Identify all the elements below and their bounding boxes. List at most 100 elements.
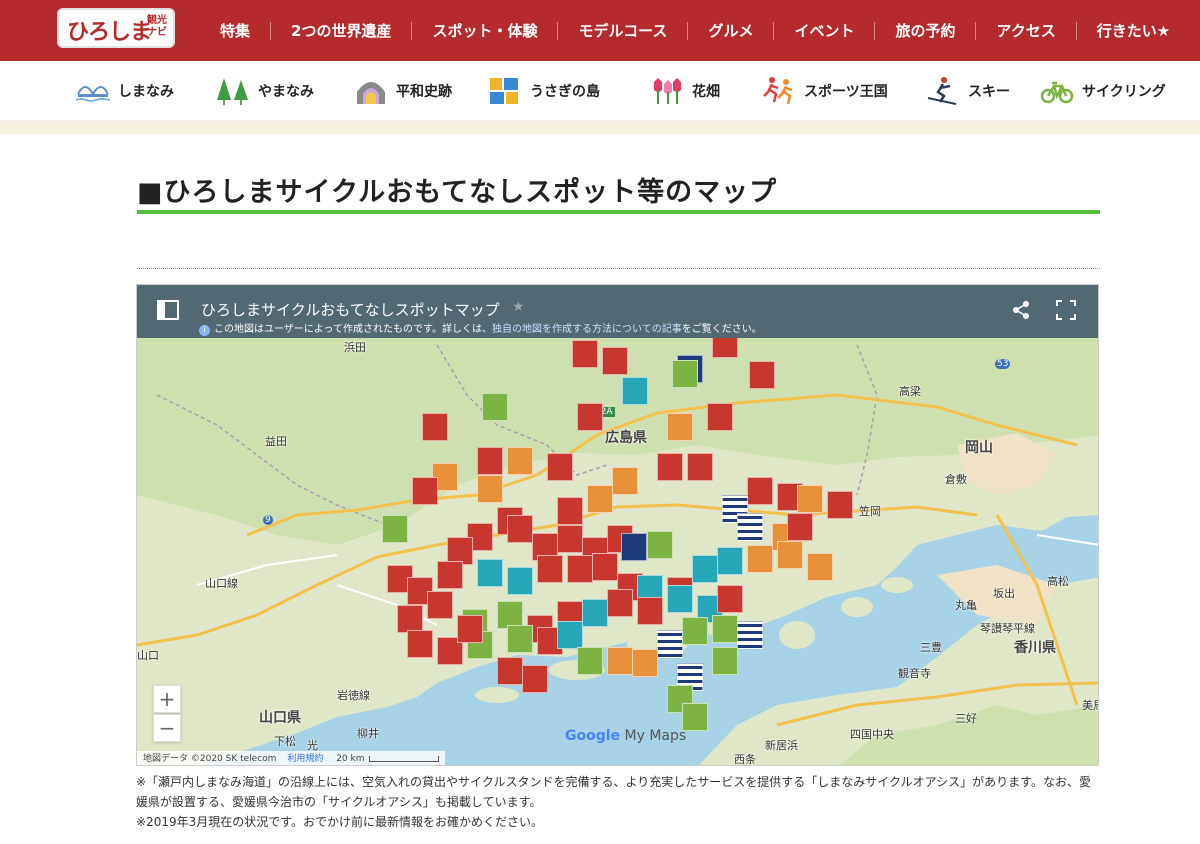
map-marker-cycle[interactable] (712, 615, 738, 643)
map-marker-food[interactable] (457, 615, 483, 643)
map-marker-food[interactable] (407, 630, 433, 658)
map-marker-food[interactable] (537, 555, 563, 583)
map-marker-food[interactable] (707, 403, 733, 431)
zoom-in-button[interactable]: + (153, 685, 181, 713)
map-label-miyoshi: 三好 (955, 712, 977, 725)
embedded-map[interactable]: 浜田 益田 広島県 笠岡 岡山 倉敷 高梁 山口線 山口 山口県 岩徳線 下松 … (136, 284, 1099, 766)
map-marker-cycle[interactable] (682, 617, 708, 645)
zoom-out-button[interactable]: − (153, 714, 181, 742)
map-marker-food[interactable] (687, 453, 713, 481)
map-marker-food[interactable] (557, 525, 583, 553)
map-marker-repair[interactable] (622, 377, 648, 405)
map-marker-repair[interactable] (507, 567, 533, 595)
map-marker-food[interactable] (557, 497, 583, 525)
map-marker-rest[interactable] (777, 541, 803, 569)
map-marker-repair[interactable] (477, 559, 503, 587)
map-marker-rest[interactable] (807, 553, 833, 581)
map-marker-food[interactable] (522, 665, 548, 693)
map-label-shimomatsu: 下松 (274, 735, 296, 748)
map-marker-food[interactable] (547, 453, 573, 481)
map-marker-stand[interactable] (737, 621, 763, 649)
info-icon: i (199, 325, 210, 336)
map-marker-repair[interactable] (557, 621, 583, 649)
map-marker-cycle[interactable] (382, 515, 408, 543)
fullscreen-icon[interactable] (1055, 299, 1077, 321)
map-marker-repair[interactable] (717, 547, 743, 575)
category-flower-field[interactable]: 花畑 (650, 75, 720, 107)
map-marker-food[interactable] (497, 657, 523, 685)
nav-spots[interactable]: スポット・体験 (411, 21, 557, 40)
map-marker-rest[interactable] (632, 649, 658, 677)
panel-toggle-icon[interactable] (157, 300, 179, 320)
category-peace-sites[interactable]: 平和史跡 (354, 75, 452, 107)
info-link[interactable]: 独自の地図を作成する方法についての記事 (492, 324, 682, 335)
map-marker-food[interactable] (567, 555, 593, 583)
map-marker-food[interactable] (507, 515, 533, 543)
map-marker-rest[interactable] (607, 647, 633, 675)
terms-link[interactable]: 利用規約 (287, 754, 323, 764)
map-marker-food[interactable] (427, 591, 453, 619)
map-marker-food[interactable] (437, 561, 463, 589)
map-marker-cycle[interactable] (682, 703, 708, 731)
nav-booking[interactable]: 旅の予約 (874, 21, 975, 40)
nav-world-heritage[interactable]: 2つの世界遺産 (270, 21, 411, 40)
map-marker-food[interactable] (637, 597, 663, 625)
info-suffix: をご覧ください。 (681, 324, 762, 335)
map-marker-food[interactable] (397, 605, 423, 633)
map-marker-rest[interactable] (507, 447, 533, 475)
nav-gourmet[interactable]: グルメ (687, 21, 773, 40)
map-marker-food[interactable] (572, 340, 598, 368)
nav-feature[interactable]: 特集 (200, 22, 270, 40)
map-marker-food[interactable] (747, 477, 773, 505)
map-marker-food[interactable] (602, 347, 628, 375)
map-marker-food[interactable] (422, 413, 448, 441)
map-marker-stand[interactable] (657, 630, 683, 658)
map-marker-repair[interactable] (667, 585, 693, 613)
category-sports[interactable]: スポーツ王国 (762, 75, 888, 107)
map-marker-food[interactable] (607, 589, 633, 617)
bicycle-icon (1040, 76, 1074, 106)
map-marker-rest[interactable] (667, 413, 693, 441)
map-marker-food[interactable] (749, 361, 775, 389)
map-marker-food[interactable] (577, 403, 603, 431)
dotted-divider (137, 268, 1100, 269)
map-marker-food[interactable] (477, 447, 503, 475)
map-marker-cycle[interactable] (672, 360, 698, 388)
site-logo[interactable]: ひろしま 観光ナビ (57, 8, 175, 48)
map-marker-food[interactable] (787, 513, 813, 541)
map-marker-food[interactable] (717, 585, 743, 613)
map-marker-cycle[interactable] (647, 531, 673, 559)
map-marker-rest[interactable] (747, 545, 773, 573)
map-label-hiroshima-pref: 広島県 (605, 430, 647, 446)
map-title[interactable]: ひろしまサイクルおもてなしスポットマップ (201, 299, 500, 320)
map-marker-repair[interactable] (692, 555, 718, 583)
map-marker-rest[interactable] (477, 475, 503, 503)
map-marker-cycle[interactable] (507, 625, 533, 653)
map-marker-food[interactable] (412, 477, 438, 505)
category-cycling[interactable]: サイクリング (1040, 75, 1166, 107)
category-yamanami[interactable]: やまなみ (216, 75, 314, 107)
map-marker-stand[interactable] (737, 513, 763, 541)
map-marker-rest[interactable] (612, 467, 638, 495)
nav-model-course[interactable]: モデルコース (557, 21, 687, 40)
star-icon[interactable]: ★ (512, 299, 525, 315)
nav-event[interactable]: イベント (773, 21, 874, 40)
category-rabbit-island[interactable]: うさぎの島 (488, 75, 600, 107)
map-marker-food[interactable] (657, 453, 683, 481)
map-marker-cycle[interactable] (482, 393, 508, 421)
map-marker-rest[interactable] (797, 485, 823, 513)
category-shimanami[interactable]: しまなみ (75, 75, 174, 107)
map-marker-cycle[interactable] (712, 647, 738, 675)
map-marker-cycle[interactable] (577, 647, 603, 675)
map-marker-rest[interactable] (587, 485, 613, 513)
share-icon[interactable] (1010, 299, 1032, 321)
nav-access[interactable]: アクセス (975, 21, 1075, 40)
map-marker-repair[interactable] (582, 599, 608, 627)
map-marker-food[interactable] (827, 491, 853, 519)
category-ski[interactable]: スキー (926, 75, 1010, 107)
nav-wishlist[interactable]: 行きたい★ (1075, 21, 1190, 40)
map-marker-oasis[interactable] (621, 533, 647, 561)
dome-icon (354, 76, 388, 106)
map-marker-food[interactable] (592, 553, 618, 581)
map-label-kanonji: 観音寺 (898, 667, 931, 680)
